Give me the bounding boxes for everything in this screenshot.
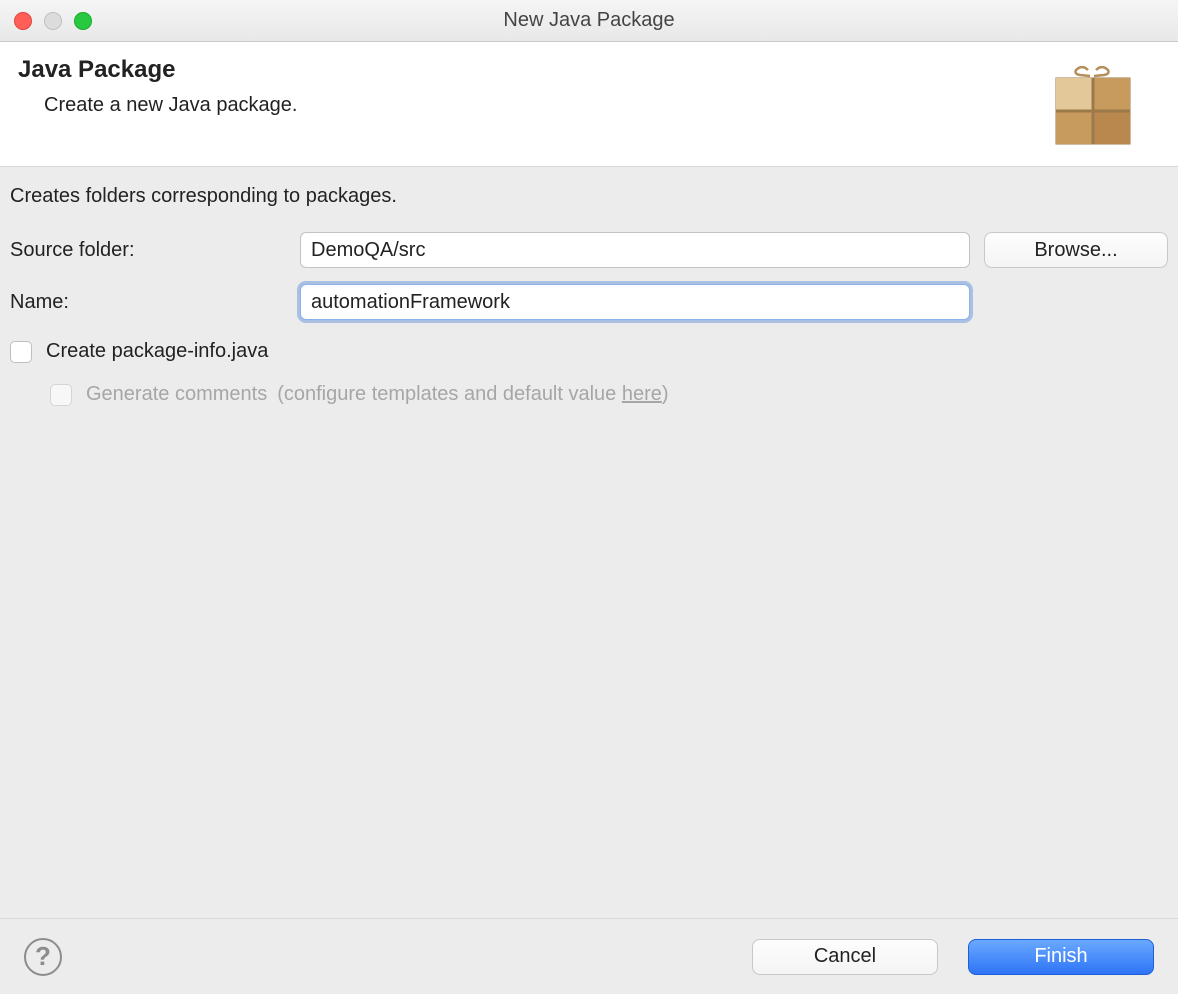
browse-button[interactable]: Browse... bbox=[984, 232, 1168, 268]
traffic-lights bbox=[14, 12, 92, 30]
package-icon bbox=[1052, 66, 1134, 148]
configure-here-link[interactable]: here bbox=[622, 383, 662, 405]
create-pkg-info-label: Create package-info.java bbox=[46, 340, 268, 363]
generate-comments-row: Generate comments (configure templates a… bbox=[50, 383, 1168, 406]
content-description: Creates folders corresponding to package… bbox=[10, 185, 1168, 208]
name-label: Name: bbox=[10, 291, 300, 314]
close-window-button[interactable] bbox=[14, 12, 32, 30]
source-folder-row: Source folder: Browse... bbox=[10, 232, 1168, 268]
name-row: Name: bbox=[10, 284, 1168, 320]
dialog-header: Java Package Create a new Java package. bbox=[0, 42, 1178, 167]
dialog-footer: ? Cancel Finish bbox=[0, 918, 1178, 994]
maximize-window-button[interactable] bbox=[74, 12, 92, 30]
help-icon[interactable]: ? bbox=[24, 938, 62, 976]
dialog-content: Creates folders corresponding to package… bbox=[0, 167, 1178, 428]
finish-button[interactable]: Finish bbox=[968, 939, 1154, 975]
create-pkg-info-checkbox[interactable] bbox=[10, 341, 32, 363]
generate-comments-hint: (configure templates and default value h… bbox=[277, 383, 668, 406]
source-folder-label: Source folder: bbox=[10, 239, 300, 262]
window-title: New Java Package bbox=[0, 9, 1178, 32]
name-input[interactable] bbox=[300, 284, 970, 320]
minimize-window-button bbox=[44, 12, 62, 30]
cancel-button[interactable]: Cancel bbox=[752, 939, 938, 975]
header-subtitle: Create a new Java package. bbox=[18, 94, 298, 117]
create-pkg-info-row[interactable]: Create package-info.java bbox=[10, 340, 1168, 363]
generate-comments-checkbox bbox=[50, 384, 72, 406]
header-title: Java Package bbox=[18, 56, 298, 84]
source-folder-input[interactable] bbox=[300, 232, 970, 268]
generate-comments-label: Generate comments bbox=[86, 383, 267, 406]
titlebar: New Java Package bbox=[0, 0, 1178, 42]
